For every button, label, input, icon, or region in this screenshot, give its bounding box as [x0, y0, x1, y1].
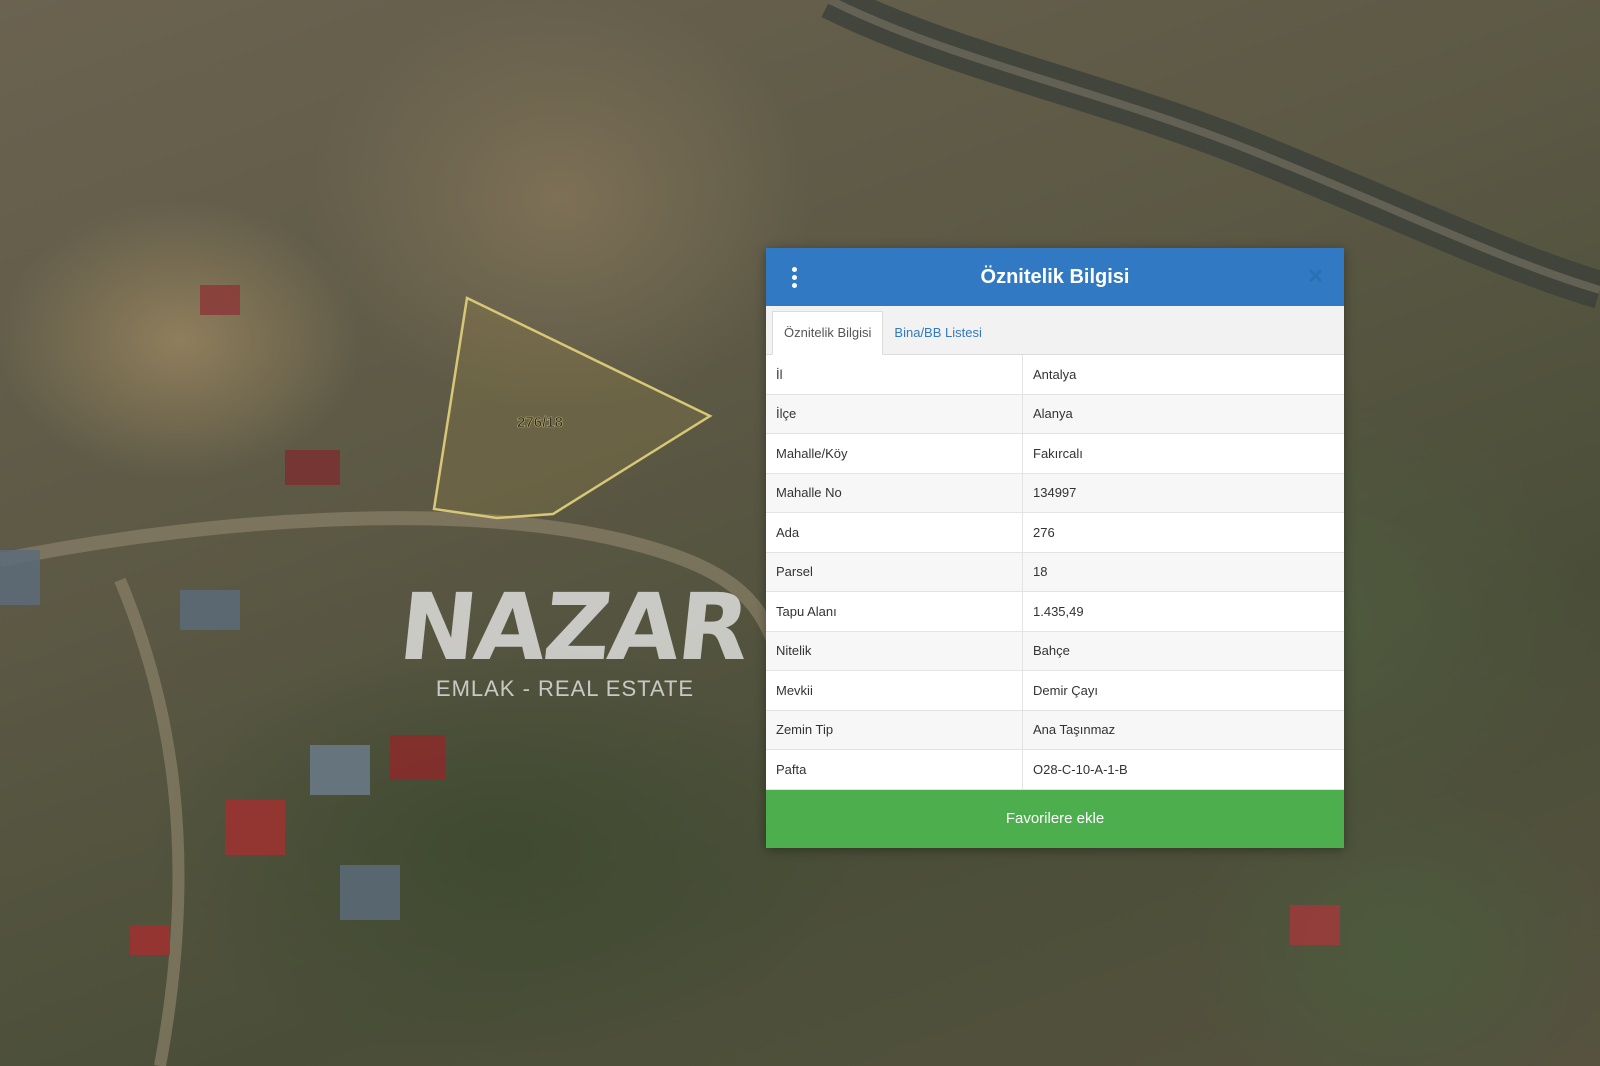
attribute-value: Bahçe: [1022, 631, 1344, 671]
attribute-value: Demir Çayı: [1022, 670, 1344, 711]
attribute-info-dialog: Öznitelik Bilgisi ✕ Öznitelik Bilgisi Bi…: [766, 248, 1344, 848]
add-to-favorites-button[interactable]: Favorilere ekle: [766, 789, 1344, 848]
attribute-key: Mevkii: [766, 670, 1023, 711]
attribute-key: Mahalle/Köy: [766, 433, 1023, 474]
table-row: Zemin Tip Ana Taşınmaz: [766, 710, 1344, 750]
attribute-key: Parsel: [766, 552, 1023, 592]
house-roof: [340, 865, 400, 920]
tab-building-list[interactable]: Bina/BB Listesi: [883, 312, 992, 354]
tab-bar: Öznitelik Bilgisi Bina/BB Listesi: [766, 306, 1344, 355]
attribute-value: Alanya: [1022, 394, 1344, 434]
attribute-value: Ana Taşınmaz: [1022, 710, 1344, 750]
attribute-value: Fakırcalı: [1022, 433, 1344, 474]
tab-attribute-info[interactable]: Öznitelik Bilgisi: [772, 311, 884, 355]
attribute-table: İl Antalya İlçe Alanya Mahalle/Köy Fakır…: [766, 355, 1344, 790]
attribute-key: Pafta: [766, 749, 1023, 790]
attribute-key: Tapu Alanı: [766, 591, 1023, 632]
table-row: İlçe Alanya: [766, 394, 1344, 434]
close-icon[interactable]: ✕: [1307, 265, 1324, 289]
house-roof: [285, 450, 340, 485]
attribute-value: 276: [1022, 512, 1344, 553]
attribute-key: Ada: [766, 512, 1023, 553]
table-row: Ada 276: [766, 512, 1344, 553]
table-row: Mevkii Demir Çayı: [766, 670, 1344, 711]
attribute-value: 1.435,49: [1022, 591, 1344, 632]
attribute-key: Mahalle No: [766, 473, 1023, 513]
house-roof: [0, 550, 40, 605]
parcel-boundary: [432, 296, 713, 520]
table-row: Mahalle/Köy Fakırcalı: [766, 433, 1344, 474]
watermark-logo: NAZAR EMLAK - REAL ESTATE: [394, 574, 752, 702]
dialog-title: Öznitelik Bilgisi: [980, 265, 1130, 288]
table-row: Pafta O28-C-10-A-1-B: [766, 749, 1344, 790]
attribute-key: İl: [766, 355, 1023, 395]
attribute-value: 134997: [1022, 473, 1344, 513]
table-row: İl Antalya: [766, 355, 1344, 395]
vertical-dots-icon[interactable]: [786, 264, 802, 290]
table-row: Nitelik Bahçe: [766, 631, 1344, 671]
table-row: Tapu Alanı 1.435,49: [766, 591, 1344, 632]
attribute-value: Antalya: [1022, 355, 1344, 395]
attribute-key: Zemin Tip: [766, 710, 1023, 750]
attribute-value: O28-C-10-A-1-B: [1022, 749, 1344, 790]
house-roof: [225, 800, 285, 855]
house-roof: [310, 745, 370, 795]
table-row: Parsel 18: [766, 552, 1344, 592]
house-roof: [130, 925, 170, 955]
house-roof: [200, 285, 240, 315]
house-roof: [1290, 905, 1340, 945]
house-roof: [180, 590, 240, 630]
attribute-value: 18: [1022, 552, 1344, 592]
attribute-key: İlçe: [766, 394, 1023, 434]
parcel-label: 276/18: [517, 414, 563, 431]
attribute-key: Nitelik: [766, 631, 1023, 671]
dialog-header: Öznitelik Bilgisi ✕: [766, 248, 1344, 306]
house-roof: [390, 735, 445, 780]
table-row: Mahalle No 134997: [766, 473, 1344, 513]
watermark-brand: NAZAR: [394, 574, 753, 681]
